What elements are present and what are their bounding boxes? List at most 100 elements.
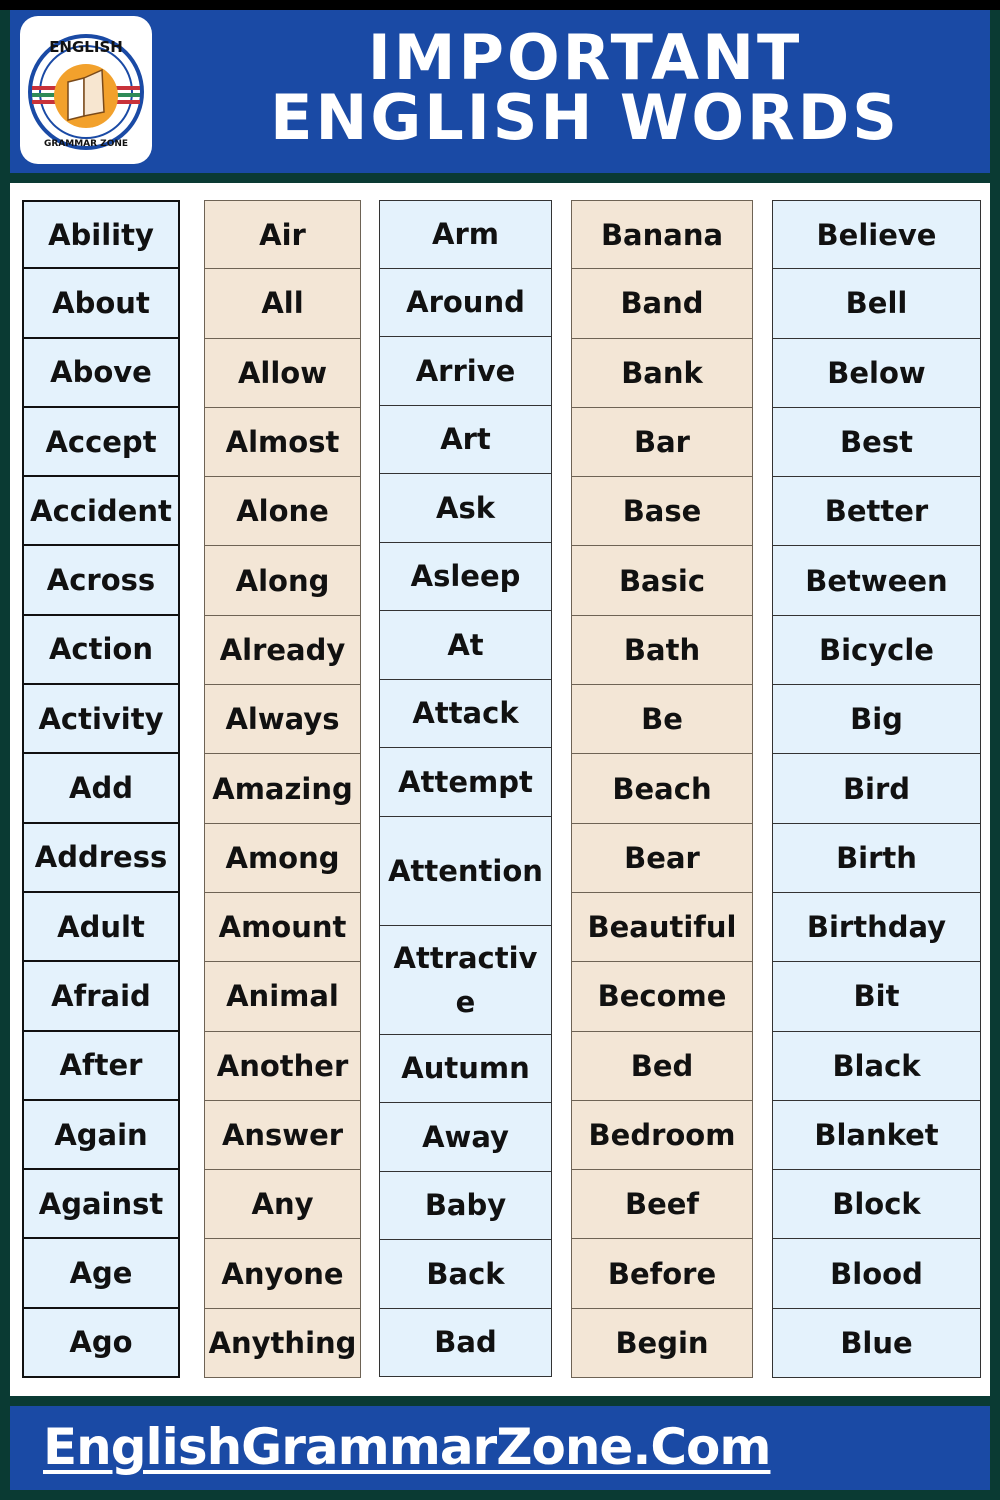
word-cell: Before bbox=[571, 1239, 753, 1309]
word-cell: Always bbox=[204, 685, 361, 755]
word-cell: Answer bbox=[204, 1100, 361, 1171]
word-cell: Bird bbox=[772, 754, 981, 824]
word-table: Ability About Above Accept Accident Across Act… bbox=[10, 183, 990, 1396]
word-cell: Beach bbox=[571, 754, 753, 824]
word-cell: Air bbox=[204, 200, 361, 270]
word-cell: Age bbox=[22, 1239, 180, 1309]
logo-top-text: ENGLISH bbox=[49, 38, 123, 56]
word-cell: Beautiful bbox=[571, 892, 753, 963]
word-cell: Activity bbox=[22, 685, 180, 755]
word-cell: Big bbox=[772, 685, 981, 755]
word-cell: Any bbox=[204, 1170, 361, 1240]
book-icon: ENGLISH GRAMMAR ZONE bbox=[28, 34, 144, 150]
word-cell: Address bbox=[22, 823, 180, 893]
word-cell: Back bbox=[379, 1240, 552, 1309]
footer-banner: EnglishGrammarZone.Com bbox=[10, 1406, 990, 1490]
word-cell: Bar bbox=[571, 407, 753, 478]
word-cell: Below bbox=[772, 338, 981, 408]
word-cell: Bit bbox=[772, 962, 981, 1032]
word-cell: Banana bbox=[571, 200, 753, 270]
title-line-1: IMPORTANT bbox=[367, 21, 803, 94]
word-cell: Above bbox=[22, 338, 180, 408]
word-cell: Band bbox=[571, 269, 753, 339]
word-cell: Arm bbox=[379, 200, 552, 269]
word-cell: Bath bbox=[571, 615, 753, 686]
word-cell: Ability bbox=[22, 200, 180, 270]
word-cell: Amount bbox=[204, 892, 361, 963]
word-cell: Another bbox=[204, 1031, 361, 1101]
site-logo[interactable]: ENGLISH GRAMMAR ZONE bbox=[20, 16, 152, 164]
word-cell: Block bbox=[772, 1170, 981, 1240]
word-cell: Accept bbox=[22, 407, 180, 478]
word-cell: Attack bbox=[379, 679, 552, 748]
word-cell: Arrive bbox=[379, 337, 552, 406]
word-cell: Better bbox=[772, 477, 981, 547]
word-cell: Believe bbox=[772, 200, 981, 270]
word-cell: Become bbox=[571, 962, 753, 1032]
word-cell: Bear bbox=[571, 823, 753, 893]
word-cell: Bell bbox=[772, 269, 981, 339]
top-border bbox=[0, 0, 1000, 10]
column-2: Air All Allow Almost Alone Along Already Always… bbox=[204, 200, 361, 1379]
word-cell: Again bbox=[22, 1100, 180, 1171]
word-cell: Anyone bbox=[204, 1239, 361, 1309]
word-cell: Add bbox=[22, 754, 180, 824]
word-cell: About bbox=[22, 269, 180, 339]
word-cell: Bad bbox=[379, 1308, 552, 1377]
word-cell: Accident bbox=[22, 477, 180, 547]
word-cell: Attempt bbox=[379, 748, 552, 817]
column-3: Arm Around Arrive Art Ask Asleep At Attack Attem… bbox=[379, 200, 552, 1377]
word-cell: Between bbox=[772, 546, 981, 616]
word-cell: Black bbox=[772, 1031, 981, 1101]
word-cell: Bicycle bbox=[772, 615, 981, 686]
word-cell: Best bbox=[772, 407, 981, 478]
word-cell: Basic bbox=[571, 546, 753, 616]
word-cell: Anything bbox=[204, 1308, 361, 1379]
word-cell: Almost bbox=[204, 407, 361, 478]
word-cell: Base bbox=[571, 477, 753, 547]
word-cell: Begin bbox=[571, 1308, 753, 1379]
word-cell: Against bbox=[22, 1170, 180, 1240]
logo-bottom-text: GRAMMAR ZONE bbox=[44, 139, 128, 149]
word-cell: All bbox=[204, 269, 361, 339]
word-cell: Attractive bbox=[379, 925, 552, 1035]
site-link[interactable]: EnglishGrammarZone.Com bbox=[43, 1418, 771, 1476]
word-cell: Art bbox=[379, 405, 552, 474]
word-cell: Action bbox=[22, 615, 180, 686]
word-cell: Along bbox=[204, 546, 361, 616]
word-cell: Afraid bbox=[22, 962, 180, 1032]
word-cell: Birth bbox=[772, 823, 981, 893]
word-cell: After bbox=[22, 1031, 180, 1101]
word-cell: Adult bbox=[22, 892, 180, 963]
word-cell: Asleep bbox=[379, 542, 552, 611]
column-4: Banana Band Bank Bar Base Basic Bath Be Beach Bea… bbox=[571, 200, 753, 1379]
word-cell: Away bbox=[379, 1103, 552, 1172]
title-line-2: ENGLISH WORDS bbox=[270, 81, 900, 154]
word-cell: Autumn bbox=[379, 1034, 552, 1103]
column-1: Ability About Above Accept Accident Across Act… bbox=[22, 200, 180, 1379]
word-cell: Animal bbox=[204, 962, 361, 1032]
word-cell: Ask bbox=[379, 474, 552, 543]
column-5: Believe Bell Below Best Better Between Bicycle… bbox=[772, 200, 981, 1379]
word-cell: Bank bbox=[571, 338, 753, 408]
word-cell: Blanket bbox=[772, 1100, 981, 1171]
word-cell: Blue bbox=[772, 1308, 981, 1379]
word-cell: Allow bbox=[204, 338, 361, 408]
word-cell: Bed bbox=[571, 1031, 753, 1101]
header-banner: ENGLISH GRAMMAR ZONE IMPORTANT ENGLISH W… bbox=[10, 10, 990, 173]
word-cell: Amazing bbox=[204, 754, 361, 824]
word-cell: Birthday bbox=[772, 892, 981, 963]
word-cell: Across bbox=[22, 546, 180, 616]
word-cell: Attention bbox=[379, 816, 552, 926]
word-cell: Baby bbox=[379, 1171, 552, 1240]
word-cell: Be bbox=[571, 685, 753, 755]
word-cell: Around bbox=[379, 268, 552, 337]
word-cell: Ago bbox=[22, 1308, 180, 1379]
word-cell: Among bbox=[204, 823, 361, 893]
word-cell: Beef bbox=[571, 1170, 753, 1240]
page-title: IMPORTANT ENGLISH WORDS bbox=[180, 21, 990, 154]
word-cell: At bbox=[379, 611, 552, 680]
word-cell: Blood bbox=[772, 1239, 981, 1309]
word-cell: Bedroom bbox=[571, 1100, 753, 1171]
word-cell: Already bbox=[204, 615, 361, 686]
